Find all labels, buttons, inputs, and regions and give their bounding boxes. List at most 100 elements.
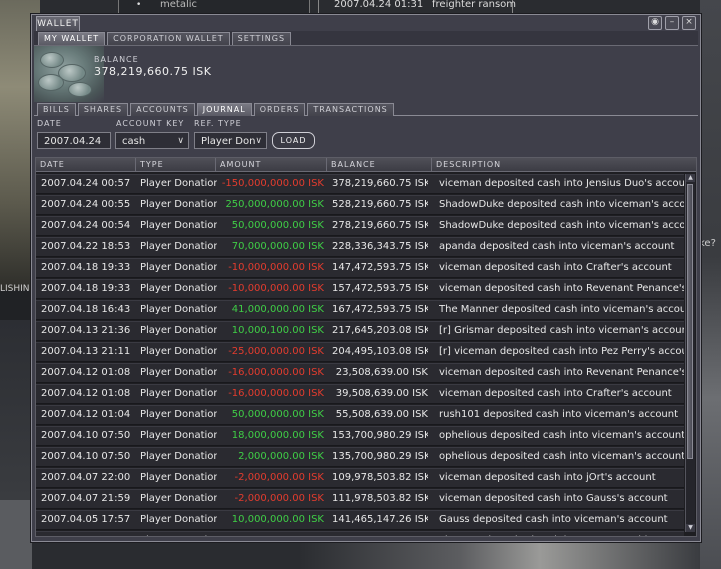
date-input[interactable]: 2007.04.24 bbox=[37, 132, 111, 149]
tab-bills[interactable]: BILLS bbox=[37, 103, 76, 116]
row-amount: -10,000,000.00 ISK bbox=[228, 262, 324, 273]
row-date: 2007.04.07 21:59 bbox=[41, 493, 131, 504]
table-row[interactable]: 2007.04.24 00:55 Player Donation 250,000,0… bbox=[36, 195, 684, 215]
tab-settings[interactable]: SETTINGS bbox=[231, 32, 292, 45]
tab-corporation-wallet[interactable]: CORPORATION WALLET bbox=[107, 32, 230, 45]
background-mail-subject: freighter ransom bbox=[432, 0, 517, 10]
tab-transactions[interactable]: TRANSACTIONS bbox=[307, 103, 394, 116]
row-balance: 1,609,196.28 ISK bbox=[332, 532, 428, 536]
table-row[interactable]: 2007.04.24 00:57 Player Donation -150,000,… bbox=[36, 174, 684, 194]
table-row[interactable]: 2007.04.12 01:08 Player Donation -16,000,0… bbox=[36, 384, 684, 404]
row-type: Player Donation bbox=[140, 325, 217, 336]
column-amount[interactable]: AMOUNT bbox=[215, 158, 326, 171]
row-balance: 147,472,593.75 ISK bbox=[332, 262, 428, 273]
row-amount: -16,000,000.00 ISK bbox=[228, 367, 324, 378]
table-row[interactable]: 2007.03.18 11:59Player Donation-600,000.… bbox=[36, 531, 684, 536]
table-row[interactable]: 2007.04.22 18:53 Player Donation 70,000,00… bbox=[36, 237, 684, 257]
row-type: Player Donation bbox=[140, 514, 217, 525]
minimize-icon[interactable]: – bbox=[665, 16, 679, 30]
tab-accounts[interactable]: ACCOUNTS bbox=[130, 103, 195, 116]
row-date: 2007.04.12 01:08 bbox=[41, 388, 131, 399]
row-type: Player Donation bbox=[140, 262, 217, 273]
close-icon[interactable]: × bbox=[682, 16, 696, 30]
column-description[interactable]: DESCRIPTION bbox=[431, 158, 696, 171]
row-date: 2007.04.18 19:33 bbox=[41, 262, 131, 273]
column-date[interactable]: DATE bbox=[36, 158, 135, 171]
table-row[interactable]: 2007.04.18 19:33 Player Donation -10,000,0… bbox=[36, 279, 684, 299]
column-type[interactable]: TYPE bbox=[135, 158, 215, 171]
row-amount: -150,000,000.00 ISK bbox=[221, 178, 324, 189]
tab-my-wallet[interactable]: MY WALLET bbox=[38, 32, 106, 45]
table-row[interactable]: 2007.04.13 21:11 Player Donation -25,000,0… bbox=[36, 342, 684, 362]
table-row[interactable]: 2007.04.12 01:08 Player Donation -16,000,0… bbox=[36, 363, 684, 383]
row-type: Player Donation bbox=[140, 220, 217, 231]
row-description: viceman deposited cash into Revenant Pen… bbox=[439, 283, 684, 294]
row-amount: 41,000,000.00 ISK bbox=[231, 304, 324, 315]
table-row[interactable]: 2007.04.18 16:43 Player Donation 41,000,00… bbox=[36, 300, 684, 320]
bullet-icon: • bbox=[136, 0, 142, 10]
row-description: viceman deposited cash into Crafter's ac… bbox=[439, 262, 672, 273]
ref-type-label: REF. TYPE bbox=[194, 119, 242, 128]
row-balance: 153,700,980.29 ISK bbox=[332, 430, 428, 441]
column-balance[interactable]: BALANCE bbox=[326, 158, 431, 171]
row-description: rush101 deposited cash into viceman's ac… bbox=[439, 409, 679, 420]
row-type: Player Donation bbox=[140, 532, 217, 536]
table-row[interactable]: 2007.04.18 19:33 Player Donation -10,000,0… bbox=[36, 258, 684, 278]
table-row[interactable]: 2007.04.24 00:54 Player Donation 50,000,00… bbox=[36, 216, 684, 236]
table-row[interactable]: 2007.04.05 17:57 Player Donation 10,000,00… bbox=[36, 510, 684, 530]
row-balance: 111,978,503.82 ISK bbox=[332, 493, 428, 504]
tab-shares[interactable]: SHARES bbox=[77, 103, 129, 116]
table-row[interactable]: 2007.04.07 22:00 Player Donation -2,000,00… bbox=[36, 468, 684, 488]
row-amount: -600,000.00 ISK bbox=[220, 532, 324, 536]
background-list-panel bbox=[118, 0, 310, 14]
row-amount: 50,000,000.00 ISK bbox=[231, 220, 324, 231]
row-description: Gauss deposited cash into viceman's acco… bbox=[439, 514, 668, 525]
row-date: 2007.04.24 00:55 bbox=[41, 199, 131, 210]
row-amount: 10,000,000.00 ISK bbox=[231, 514, 324, 525]
row-date: 2007.04.10 07:50 bbox=[41, 430, 131, 441]
row-balance: 157,472,593.75 ISK bbox=[332, 283, 428, 294]
date-label: DATE bbox=[37, 119, 62, 128]
background-panel-left-lower bbox=[0, 320, 32, 500]
ref-type-select[interactable]: Player Don ∨ bbox=[194, 132, 267, 149]
row-amount: -2,000,000.00 ISK bbox=[234, 472, 324, 483]
row-description: ShadowDuke deposited cash into viceman's… bbox=[439, 199, 684, 210]
load-button[interactable]: LOAD bbox=[272, 132, 315, 149]
table-row[interactable]: 2007.04.13 21:36 Player Donation 10,000,10… bbox=[36, 321, 684, 341]
scroll-up-icon[interactable]: ▲ bbox=[686, 174, 695, 182]
row-balance: 39,508,639.00 ISK bbox=[335, 388, 428, 399]
table-row[interactable]: 2007.04.10 07:50 Player Donation 18,000,00… bbox=[36, 426, 684, 446]
row-amount: -10,000,000.00 ISK bbox=[228, 283, 324, 294]
row-balance: 204,495,103.08 ISK bbox=[332, 346, 428, 357]
row-amount: 250,000,000.00 ISK bbox=[225, 199, 324, 210]
table-body: 2007.04.24 00:57 Player Donation -150,000,… bbox=[36, 174, 684, 536]
sub-tabs: BILLS SHARES ACCOUNTS JOURNAL ORDERS TRA… bbox=[37, 103, 394, 116]
table-row[interactable]: 2007.04.10 07:50 Player Donation 2,000,000… bbox=[36, 447, 684, 467]
row-date: 2007.04.12 01:04 bbox=[41, 409, 131, 420]
row-date: 2007.04.24 00:54 bbox=[41, 220, 131, 231]
pin-icon[interactable]: ◉ bbox=[648, 16, 662, 30]
table-row[interactable]: 2007.04.07 21:59 Player Donation -2,000,00… bbox=[36, 489, 684, 509]
tab-journal[interactable]: JOURNAL bbox=[196, 103, 252, 116]
row-balance: 378,219,660.75 ISK bbox=[332, 178, 428, 189]
background-fragment-left: LISHIN bbox=[0, 284, 30, 294]
tab-orders[interactable]: ORDERS bbox=[253, 103, 306, 116]
background-scene-right bbox=[700, 0, 721, 569]
scrollbar-thumb[interactable] bbox=[687, 184, 693, 459]
window-title[interactable]: WALLET bbox=[36, 16, 80, 31]
background-mail-date: 2007.04.24 01:31 bbox=[334, 0, 424, 10]
row-description: viceman deposited cash into jOrt's accou… bbox=[439, 472, 656, 483]
background-panel-left-bottom bbox=[0, 500, 32, 569]
table-row[interactable]: 2007.04.12 01:04 Player Donation 50,000,00… bbox=[36, 405, 684, 425]
row-date: 2007.04.18 19:33 bbox=[41, 283, 131, 294]
row-type: Player Donation bbox=[140, 409, 217, 420]
account-key-select[interactable]: cash ∨ bbox=[115, 132, 189, 149]
row-description: ophelious deposited cash into viceman's … bbox=[439, 451, 684, 462]
row-type: Player Donation bbox=[140, 346, 217, 357]
account-key-label: ACCOUNT KEY bbox=[116, 119, 185, 128]
vertical-scrollbar[interactable]: ▲ ▼ bbox=[685, 174, 695, 532]
scroll-down-icon[interactable]: ▼ bbox=[686, 524, 695, 532]
row-description: viceman deposited cash into Jensius Duo'… bbox=[439, 178, 684, 189]
row-date: 2007.04.05 17:57 bbox=[41, 514, 131, 525]
balance-value: 378,219,660.75 ISK bbox=[94, 65, 212, 78]
